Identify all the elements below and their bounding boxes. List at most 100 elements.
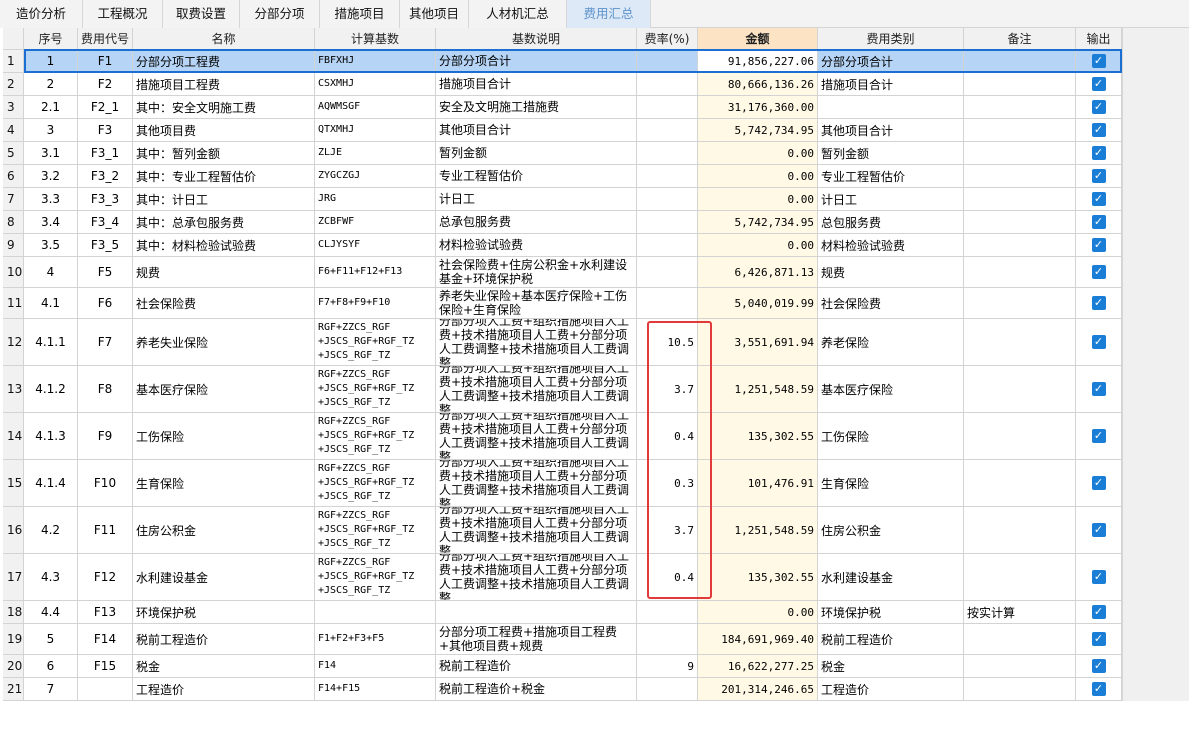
desc-cell[interactable]	[436, 601, 637, 624]
seq-cell[interactable]: 4.1.3	[24, 413, 78, 460]
base-cell[interactable]: F1+F2+F3+F5	[315, 624, 436, 655]
seq-cell[interactable]: 3	[24, 119, 78, 142]
amount-cell[interactable]: 80,666,136.26	[698, 73, 818, 96]
row-number[interactable]: 8	[3, 211, 24, 234]
col-rate-header[interactable]: 费率(%)	[637, 28, 698, 50]
rate-cell[interactable]: 9	[637, 655, 698, 678]
rate-cell[interactable]: 0.3	[637, 460, 698, 507]
note-cell[interactable]	[964, 257, 1076, 288]
rate-cell[interactable]: 10.5	[637, 319, 698, 366]
row-number[interactable]: 10	[3, 257, 24, 288]
desc-cell[interactable]: 分部分项人工费+组织措施项目人工费+技术措施项目人工费+分部分项人工费调整+技术…	[436, 366, 637, 413]
note-cell[interactable]	[964, 73, 1076, 96]
output-checkbox-cell[interactable]: ✓	[1076, 319, 1122, 366]
rate-cell[interactable]	[637, 211, 698, 234]
base-cell[interactable]: RGF+ZZCS_RGF +JSCS_RGF+RGF_TZ +JSCS_RGF_…	[315, 413, 436, 460]
output-checkbox-cell[interactable]: ✓	[1076, 554, 1122, 601]
note-cell[interactable]	[964, 507, 1076, 554]
note-cell[interactable]	[964, 678, 1076, 701]
category-cell[interactable]: 生育保险	[818, 460, 964, 507]
category-cell[interactable]: 材料检验试验费	[818, 234, 964, 257]
amount-cell[interactable]: 1,251,548.59	[698, 507, 818, 554]
base-cell[interactable]: ZCBFWF	[315, 211, 436, 234]
row-number[interactable]: 6	[3, 165, 24, 188]
note-cell[interactable]	[964, 319, 1076, 366]
category-cell[interactable]: 计日工	[818, 188, 964, 211]
col-seq-header[interactable]: 序号	[24, 28, 78, 50]
desc-cell[interactable]: 措施项目合计	[436, 73, 637, 96]
output-checkbox[interactable]: ✓	[1091, 382, 1106, 396]
desc-cell[interactable]: 分部分项人工费+组织措施项目人工费+技术措施项目人工费+分部分项人工费调整+技术…	[436, 460, 637, 507]
name-cell[interactable]: 养老失业保险	[133, 319, 315, 366]
desc-cell[interactable]: 分部分项人工费+组织措施项目人工费+技术措施项目人工费+分部分项人工费调整+技术…	[436, 554, 637, 601]
desc-cell[interactable]: 总承包服务费	[436, 211, 637, 234]
row-number[interactable]: 16	[3, 507, 24, 554]
output-checkbox-cell[interactable]: ✓	[1076, 73, 1122, 96]
output-checkbox-cell[interactable]: ✓	[1076, 211, 1122, 234]
seq-cell[interactable]: 4.3	[24, 554, 78, 601]
name-cell[interactable]: 基本医疗保险	[133, 366, 315, 413]
output-checkbox-cell[interactable]: ✓	[1076, 188, 1122, 211]
name-cell[interactable]: 规费	[133, 257, 315, 288]
output-checkbox[interactable]: ✓	[1091, 476, 1106, 490]
code-cell[interactable]: F11	[78, 507, 133, 554]
category-cell[interactable]	[818, 96, 964, 119]
base-cell[interactable]: RGF+ZZCS_RGF +JSCS_RGF+RGF_TZ +JSCS_RGF_…	[315, 507, 436, 554]
output-checkbox[interactable]: ✓	[1091, 429, 1106, 443]
output-checkbox-cell[interactable]: ✓	[1076, 601, 1122, 624]
seq-cell[interactable]: 4.4	[24, 601, 78, 624]
amount-cell[interactable]: 1,251,548.59	[698, 366, 818, 413]
row-number[interactable]: 18	[3, 601, 24, 624]
desc-cell[interactable]: 专业工程暂估价	[436, 165, 637, 188]
code-cell[interactable]: F9	[78, 413, 133, 460]
row-number[interactable]: 14	[3, 413, 24, 460]
seq-cell[interactable]: 3.3	[24, 188, 78, 211]
code-cell[interactable]: F8	[78, 366, 133, 413]
note-cell[interactable]	[964, 96, 1076, 119]
code-cell[interactable]: F3_2	[78, 165, 133, 188]
name-cell[interactable]: 其他项目费	[133, 119, 315, 142]
seq-cell[interactable]: 4.2	[24, 507, 78, 554]
category-cell[interactable]: 措施项目合计	[818, 73, 964, 96]
row-header-header[interactable]	[3, 28, 24, 50]
output-checkbox-cell[interactable]: ✓	[1076, 655, 1122, 678]
output-checkbox-cell[interactable]: ✓	[1076, 507, 1122, 554]
rate-cell[interactable]	[637, 73, 698, 96]
output-checkbox-cell[interactable]: ✓	[1076, 165, 1122, 188]
name-cell[interactable]: 住房公积金	[133, 507, 315, 554]
name-cell[interactable]: 社会保险费	[133, 288, 315, 319]
base-cell[interactable]: RGF+ZZCS_RGF +JSCS_RGF+RGF_TZ +JSCS_RGF_…	[315, 460, 436, 507]
row-number[interactable]: 2	[3, 73, 24, 96]
output-checkbox-cell[interactable]: ✓	[1076, 96, 1122, 119]
rate-cell[interactable]	[637, 188, 698, 211]
rate-cell[interactable]	[637, 624, 698, 655]
code-cell[interactable]	[78, 678, 133, 701]
col-code-header[interactable]: 费用代号	[78, 28, 133, 50]
col-note-header[interactable]: 备注	[964, 28, 1076, 50]
note-cell[interactable]	[964, 188, 1076, 211]
base-cell[interactable]: F14+F15	[315, 678, 436, 701]
output-checkbox[interactable]: ✓	[1091, 605, 1106, 619]
base-cell[interactable]	[315, 601, 436, 624]
output-checkbox[interactable]: ✓	[1091, 659, 1106, 673]
col-desc-header[interactable]: 基数说明	[436, 28, 637, 50]
code-cell[interactable]: F2	[78, 73, 133, 96]
amount-cell[interactable]: 5,040,019.99	[698, 288, 818, 319]
base-cell[interactable]: F6+F11+F12+F13	[315, 257, 436, 288]
row-number[interactable]: 3	[3, 96, 24, 119]
desc-cell[interactable]: 社会保险费+住房公积金+水利建设基金+环境保护税	[436, 257, 637, 288]
desc-cell[interactable]: 分部分项人工费+组织措施项目人工费+技术措施项目人工费+分部分项人工费调整+技术…	[436, 319, 637, 366]
output-checkbox-cell[interactable]: ✓	[1076, 142, 1122, 165]
note-cell[interactable]	[964, 234, 1076, 257]
category-cell[interactable]: 总包服务费	[818, 211, 964, 234]
desc-cell[interactable]: 养老失业保险+基本医疗保险+工伤保险+生育保险	[436, 288, 637, 319]
name-cell[interactable]: 环境保护税	[133, 601, 315, 624]
amount-cell[interactable]: 135,302.55	[698, 413, 818, 460]
base-cell[interactable]: RGF+ZZCS_RGF +JSCS_RGF+RGF_TZ +JSCS_RGF_…	[315, 366, 436, 413]
name-cell[interactable]: 工伤保险	[133, 413, 315, 460]
rate-cell[interactable]	[637, 165, 698, 188]
base-cell[interactable]: RGF+ZZCS_RGF +JSCS_RGF+RGF_TZ +JSCS_RGF_…	[315, 554, 436, 601]
row-number[interactable]: 1	[3, 50, 24, 73]
code-cell[interactable]: F1	[78, 50, 133, 73]
rate-cell[interactable]: 0.4	[637, 413, 698, 460]
